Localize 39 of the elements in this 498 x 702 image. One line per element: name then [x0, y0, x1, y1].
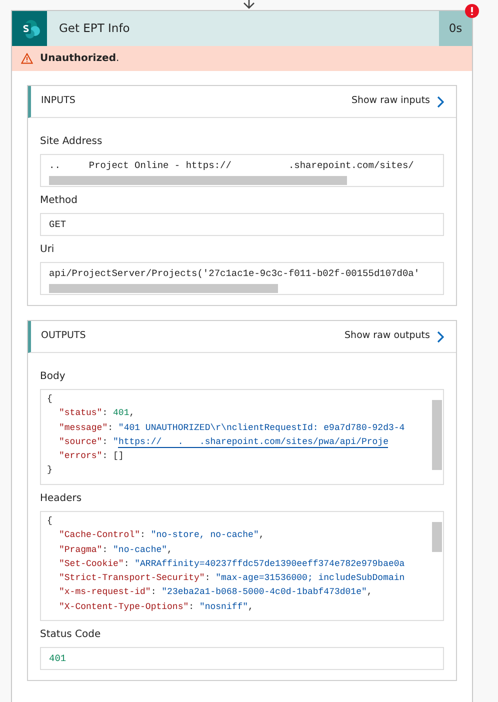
field-label: Headers [40, 492, 83, 506]
code-line: "Set-Cookie": "ARRAffinity=40237ffdc57de1390eeff374e782e979bae0a [58, 558, 406, 571]
code-line: { [47, 515, 54, 528]
code-line: } [47, 464, 54, 478]
error-message: Unauthorized. [40, 52, 120, 66]
action-header[interactable]: Get EPT Info 0s [12, 11, 472, 46]
code-line: { [47, 393, 54, 406]
field-label: Method [40, 194, 79, 208]
chevron-right-icon [437, 96, 444, 108]
code-line: "Pragma": "no-cache", [58, 544, 174, 557]
text-field[interactable]: .. Project Online - https:// .sharepoint.com/sites/ [40, 154, 444, 187]
code-line: "source": "https:// . .sharepoint.com/sites/pwa/api/Proje [58, 436, 390, 450]
code-line: "Cache-Control": "no-store, no-cache", [58, 529, 266, 542]
text-field[interactable]: api/ProjectServer/Projects('27c1ac1e-9c3c-f011-b02f-00155d107d0a' [40, 262, 444, 295]
down-arrow-icon [243, 0, 255, 9]
action-title: Get EPT Info [58, 20, 131, 37]
duration: 0s [439, 11, 472, 46]
field-label: Uri [40, 243, 56, 257]
section-title: OUTPUTS [41, 329, 86, 344]
code-field[interactable]: { "status": 401, "message": "401 UNAUTHORIZED\r\nclientRequestId: e9a7d780-92d3-4 "source": "https:// . .sharepoint.com/sites/pwa/api/Proje "errors": [] } [40, 389, 444, 485]
vertical-scrollbar[interactable] [432, 400, 442, 470]
show-raw-link[interactable]: Show raw inputs [351, 94, 444, 109]
field-label: Site Address [40, 135, 104, 149]
code-line: "status": 401, [58, 407, 136, 420]
warning-icon [21, 53, 33, 64]
text-field[interactable]: 401 [40, 647, 444, 670]
code-line: "message": "401 UNAUTHORIZED\r\nclientRequestId: e9a7d780-92d3-4 [58, 422, 406, 435]
section-title: INPUTS [41, 94, 76, 108]
code-field[interactable] [40, 511, 444, 621]
code-line: "Strict-Transport-Security": "max-age=31536000; includeSubDomain [58, 572, 406, 586]
text-field[interactable]: GET [40, 213, 444, 236]
chevron-right-icon [437, 330, 444, 342]
code-line: "X-Content-Type-Options": "nosniff", [58, 600, 254, 614]
field-label: Status Code [40, 628, 102, 642]
field-label: Body [40, 370, 66, 384]
code-line: "errors": [] [58, 450, 125, 464]
code-line: "x-ms-request-id": "23eba2a1-b068-5000-4c0d-1babf473d01e", [58, 586, 374, 600]
vertical-scrollbar[interactable] [432, 522, 442, 552]
show-raw-link[interactable]: Show raw outputs [344, 329, 444, 344]
